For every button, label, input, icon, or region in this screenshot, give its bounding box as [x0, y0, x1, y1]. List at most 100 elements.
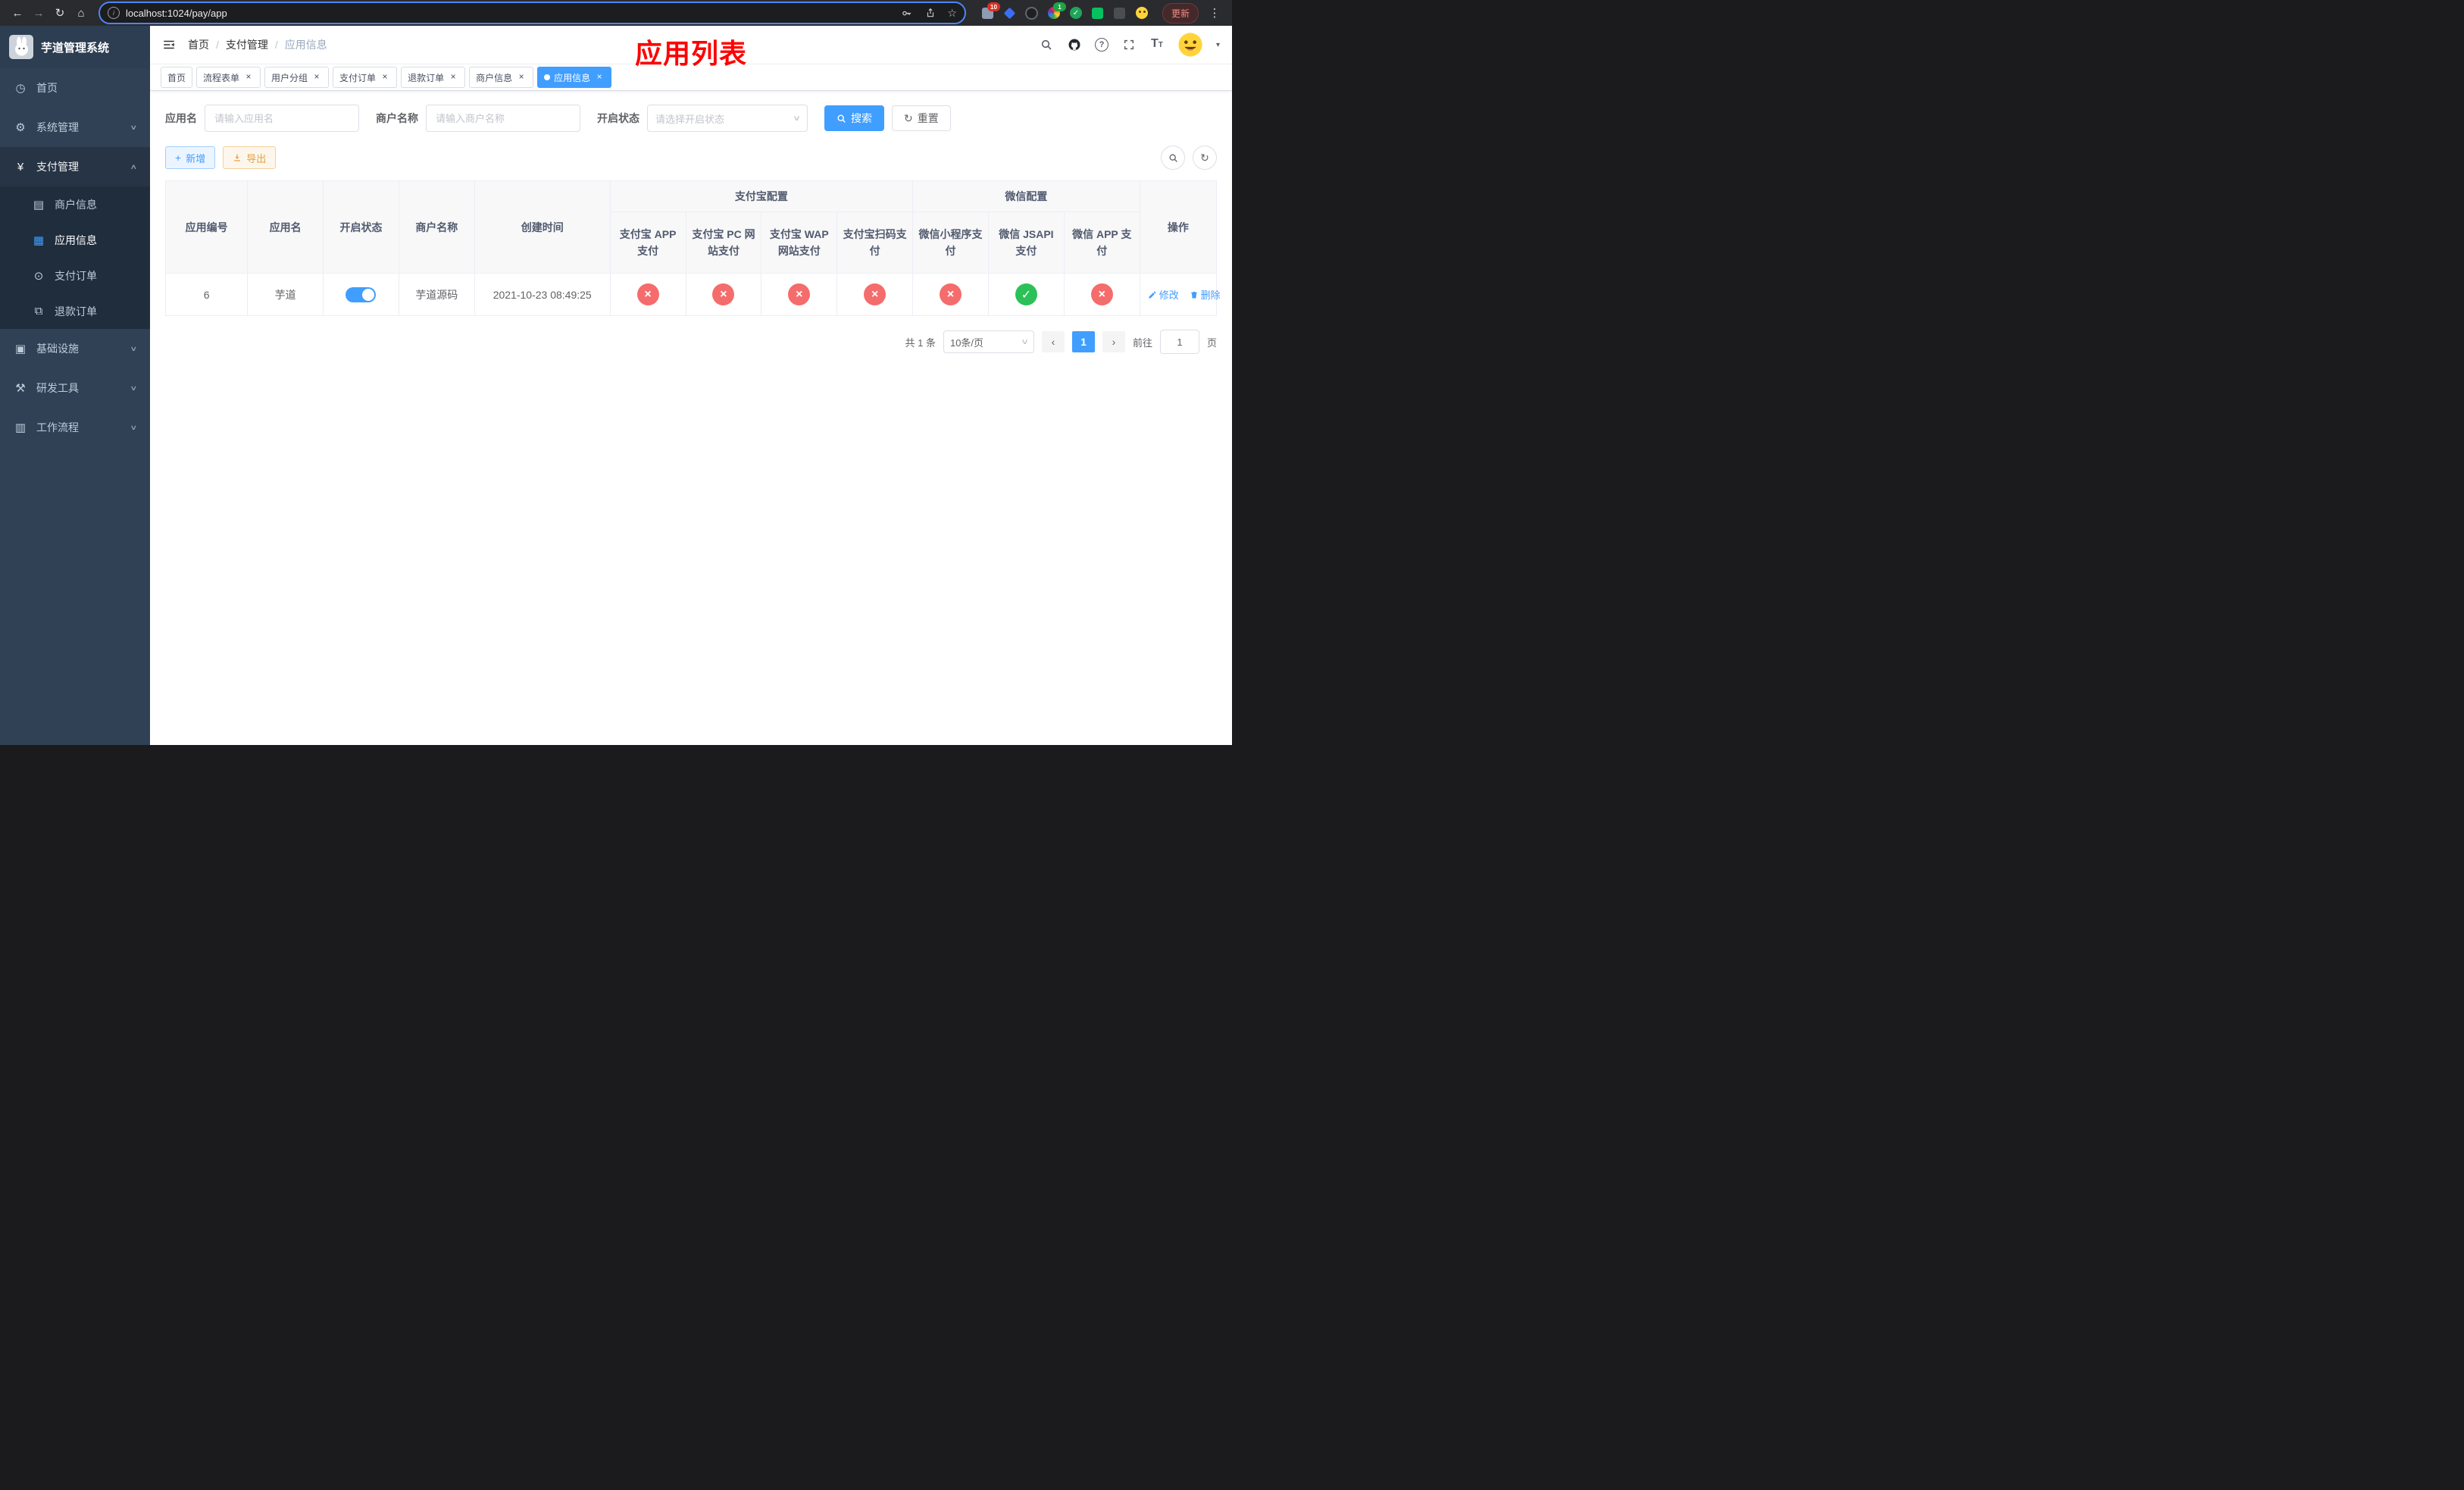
tab-pay-order[interactable]: 支付订单 ×: [333, 67, 398, 88]
user-avatar[interactable]: [1177, 32, 1203, 58]
tab-close-icon[interactable]: ×: [448, 72, 458, 83]
edit-button[interactable]: 修改: [1148, 287, 1179, 302]
cell-alipay-pc: ×: [685, 273, 762, 317]
cross-glyph: ×: [871, 287, 879, 301]
tab-label: 首页: [167, 72, 186, 83]
sidebar-item-label: 基础设施: [36, 343, 79, 355]
fullscreen-icon[interactable]: [1121, 37, 1137, 52]
sidebar-item-infrastructure[interactable]: ▣ 基础设施 ∨: [0, 329, 150, 368]
avatar-caret-icon[interactable]: ▾: [1216, 41, 1220, 49]
toggle-search-button[interactable]: [1161, 146, 1185, 170]
table-toolbar: + 新增 导出 ↻: [165, 146, 1217, 170]
dashboard-icon: ◷: [15, 82, 26, 95]
font-size-icon[interactable]: [1149, 37, 1165, 52]
tab-close-icon[interactable]: ×: [311, 72, 322, 83]
forward-icon[interactable]: →: [29, 3, 48, 23]
search-button-label: 搜索: [851, 112, 872, 124]
extension-icon[interactable]: 1: [1047, 2, 1066, 20]
app-logo[interactable]: 芋道管理系统: [0, 26, 150, 68]
status-toggle[interactable]: [346, 286, 377, 302]
browser-menu-icon[interactable]: ⋮: [1205, 3, 1224, 23]
search-icon: [1169, 154, 1177, 162]
add-button[interactable]: + 新增: [165, 146, 216, 169]
reload-icon[interactable]: ↻: [50, 3, 70, 23]
search-icon[interactable]: [1039, 37, 1054, 52]
search-button[interactable]: 搜索: [824, 105, 884, 131]
tab-refund-order[interactable]: 退款订单 ×: [401, 67, 466, 88]
goto-suffix: 页: [1206, 337, 1217, 349]
extension-icon[interactable]: 10: [981, 2, 1000, 20]
page-size-select[interactable]: 10条/页 ∨: [943, 330, 1034, 354]
disabled-status-icon: ×: [940, 283, 962, 306]
address-bar[interactable]: localhost:1024/pay/app ☆: [98, 2, 966, 24]
tab-close-icon[interactable]: ×: [380, 72, 390, 83]
browser-home-icon[interactable]: ⌂: [71, 3, 91, 23]
filter-label: 应用名: [165, 112, 197, 124]
col-header-create-time: 创建时间: [474, 180, 611, 274]
col-header-alipay-wap: 支付宝 WAP 网站支付: [761, 211, 838, 274]
reset-button[interactable]: ↻ 重置: [892, 105, 951, 131]
sidebar-item-payment[interactable]: ¥ 支付管理 ∧: [0, 147, 150, 186]
extension-icon[interactable]: [1113, 6, 1127, 20]
tab-home[interactable]: 首页: [161, 67, 193, 88]
tab-process-form[interactable]: 流程表单 ×: [196, 67, 261, 88]
breadcrumb-item[interactable]: 支付管理: [226, 37, 268, 52]
tab-close-icon[interactable]: ×: [516, 72, 527, 83]
extension-icon[interactable]: [1091, 6, 1105, 20]
cross-glyph: ×: [946, 287, 955, 301]
tab-close-icon[interactable]: ×: [243, 72, 254, 83]
app-name-input[interactable]: [205, 105, 359, 132]
help-icon[interactable]: [1094, 38, 1108, 52]
sidebar-item-app-info[interactable]: ▦ 应用信息: [0, 222, 150, 258]
refund-icon: ⧉: [34, 305, 43, 318]
next-page-button[interactable]: ›: [1102, 331, 1125, 353]
tab-merchant-info[interactable]: 商户信息 ×: [469, 67, 534, 88]
sidebar-item-dev-tools[interactable]: ⚒ 研发工具 ∨: [0, 368, 150, 408]
tab-close-icon[interactable]: ×: [594, 72, 605, 83]
browser-toolbar: ← → ↻ ⌂ localhost:1024/pay/app ☆ 10 1: [0, 0, 1232, 26]
page-number-button[interactable]: 1: [1071, 331, 1095, 353]
sidebar-item-merchant-info[interactable]: ▤ 商户信息: [0, 186, 150, 222]
browser-update-button[interactable]: 更新: [1162, 2, 1199, 23]
site-info-icon[interactable]: [108, 7, 120, 19]
extension-glyph: [1092, 7, 1104, 19]
sidebar-item-pay-order[interactable]: ⊙ 支付订单: [0, 258, 150, 293]
sidebar-item-home[interactable]: ◷ 首页: [0, 68, 150, 108]
delete-button[interactable]: 删除: [1190, 287, 1221, 302]
status-select[interactable]: 请选择开启状态 ∨: [647, 105, 808, 132]
breadcrumb-item[interactable]: 首页: [188, 37, 209, 52]
cell-actions: 修改 删除: [1139, 273, 1221, 317]
sidebar-item-refund-order[interactable]: ⧉ 退款订单: [0, 293, 150, 329]
tab-app-info[interactable]: 应用信息 ×: [537, 67, 612, 88]
chevron-down-icon: ∨: [792, 114, 801, 123]
extension-icon[interactable]: [1025, 6, 1039, 20]
merchant-name-input[interactable]: [426, 105, 580, 132]
prev-page-button[interactable]: ‹: [1041, 331, 1065, 353]
sidebar-item-system[interactable]: ⚙ 系统管理 ∨: [0, 108, 150, 147]
password-key-icon[interactable]: [899, 5, 914, 20]
extension-icon[interactable]: [1003, 6, 1017, 20]
breadcrumb-separator: /: [216, 39, 219, 51]
cell-wx-jsapi: ✓: [987, 273, 1065, 317]
grid-icon: ▦: [33, 233, 45, 247]
sidebar-item-workflow[interactable]: ▥ 工作流程 ∨: [0, 408, 150, 447]
export-button[interactable]: 导出: [223, 146, 277, 169]
sidebar-item-label: 商户信息: [55, 198, 97, 211]
share-icon[interactable]: [923, 5, 938, 20]
extension-icon[interactable]: [1135, 6, 1149, 20]
cross-glyph: ×: [720, 287, 727, 301]
app-frame: 芋道管理系统 ◷ 首页 ⚙ 系统管理 ∨ ¥ 支付管理 ∧ ▤ 商户信息 ▦ 应…: [0, 26, 1232, 745]
back-icon[interactable]: ←: [8, 3, 27, 23]
cell-alipay-wap: ×: [761, 273, 838, 317]
tab-user-group[interactable]: 用户分组 ×: [264, 67, 330, 88]
filter-label: 商户名称: [376, 112, 418, 124]
refresh-table-button[interactable]: ↻: [1193, 146, 1217, 170]
extension-icon[interactable]: [1069, 6, 1083, 20]
goto-page-input[interactable]: [1159, 330, 1199, 355]
col-header-wx-mini: 微信小程序支付: [912, 211, 989, 274]
plus-icon: +: [175, 152, 182, 164]
sidebar: 芋道管理系统 ◷ 首页 ⚙ 系统管理 ∨ ¥ 支付管理 ∧ ▤ 商户信息 ▦ 应…: [0, 26, 150, 745]
menu-fold-icon[interactable]: [162, 38, 176, 52]
bookmark-star-icon[interactable]: ☆: [947, 7, 957, 20]
github-icon[interactable]: [1067, 37, 1082, 52]
